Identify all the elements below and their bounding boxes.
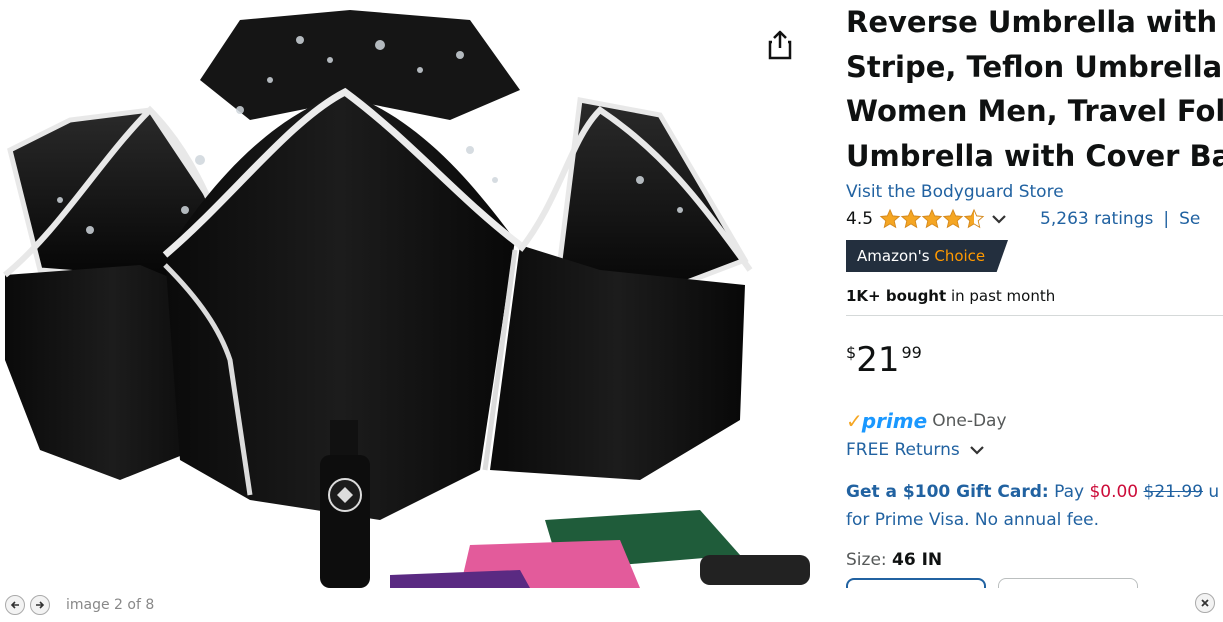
price-symbol: $ xyxy=(846,343,857,362)
product-image-viewer[interactable] xyxy=(0,0,815,588)
rating-stars[interactable] xyxy=(879,208,985,230)
product-title-line: Stripe, Teflon Umbrella f xyxy=(846,49,1223,84)
returns-row[interactable]: FREE Returns xyxy=(846,438,1223,462)
star-icon xyxy=(942,208,964,229)
ratings-count-link[interactable]: 5,263 ratings xyxy=(1040,209,1153,229)
rating-value: 4.5 xyxy=(846,209,874,229)
price-whole: 21 xyxy=(856,340,900,380)
bought-count: 1K+ bought in past month xyxy=(846,286,1223,306)
product-info-panel: Reverse Umbrella with R Stripe, Teflon U… xyxy=(846,0,1223,588)
next-image-button[interactable] xyxy=(30,595,50,615)
amazons-choice-badge[interactable]: Amazon's Choice xyxy=(846,240,1008,272)
price: $ 21 99 xyxy=(846,342,1223,382)
gift-card-new-price: $0.00 xyxy=(1089,482,1139,502)
close-viewer-button[interactable] xyxy=(1195,593,1215,613)
gift-card-offer[interactable]: Get a $100 Gift Card: Pay $0.00 $21.99 u… xyxy=(846,478,1223,534)
share-button[interactable] xyxy=(764,28,796,62)
divider xyxy=(846,315,1223,316)
store-link[interactable]: Visit the Bodyguard Store xyxy=(846,181,1223,203)
size-options xyxy=(846,578,1223,588)
size-option-selected[interactable] xyxy=(846,578,986,588)
gift-card-headline: Get a $100 Gift Card: xyxy=(846,482,1049,502)
product-title-line: Women Men, Travel Fold xyxy=(846,94,1223,128)
price-fraction: 99 xyxy=(901,343,922,362)
badge-label-accent: Choice xyxy=(934,247,986,265)
arrow-right-icon xyxy=(36,601,45,609)
prime-delivery: ✓ prime One-Day xyxy=(846,409,1223,433)
search-this-page-link[interactable]: Se xyxy=(1179,209,1200,229)
arrow-left-icon xyxy=(10,601,19,609)
star-icon xyxy=(879,208,901,229)
prime-check-icon: ✓ xyxy=(846,409,863,433)
star-half-icon xyxy=(963,208,985,229)
chevron-down-icon[interactable] xyxy=(968,443,986,457)
product-title: Reverse Umbrella with R Stripe, Teflon U… xyxy=(846,0,1223,178)
gift-card-pay: Pay xyxy=(1048,482,1090,502)
free-returns-link[interactable]: FREE Returns xyxy=(846,440,960,460)
gift-card-old-price: $21.99 xyxy=(1143,482,1204,502)
product-title-line: Umbrella with Cover Bag xyxy=(846,138,1223,173)
separator: | xyxy=(1163,209,1170,229)
size-label: Size: xyxy=(846,550,893,570)
image-viewer-bar: image 2 of 8 xyxy=(0,588,1223,622)
share-icon xyxy=(768,30,792,60)
previous-image-button[interactable] xyxy=(5,595,25,615)
gift-card-tail: u xyxy=(1203,482,1220,502)
star-icon xyxy=(921,208,943,229)
rating-row: 4.5 5,263 ratings | Se xyxy=(846,205,1223,233)
chevron-down-icon[interactable] xyxy=(990,212,1008,226)
product-title-line: Reverse Umbrella with R xyxy=(846,5,1223,39)
prime-delivery-speed: One-Day xyxy=(932,411,1007,431)
close-icon xyxy=(1201,599,1209,607)
size-value: 46 IN xyxy=(892,550,943,570)
star-icon xyxy=(900,208,922,229)
size-option[interactable] xyxy=(998,578,1138,588)
badge-label: Amazon's xyxy=(857,247,930,265)
size-selector-label: Size: 46 IN xyxy=(846,550,1223,570)
bought-count-rest: in past month xyxy=(946,287,1056,305)
bought-count-bold: 1K+ bought xyxy=(846,287,947,305)
prime-logo: prime xyxy=(861,409,928,433)
image-counter: image 2 of 8 xyxy=(66,597,155,613)
product-image xyxy=(3,10,810,588)
gift-card-line2: for Prime Visa. No annual fee. xyxy=(846,510,1100,530)
